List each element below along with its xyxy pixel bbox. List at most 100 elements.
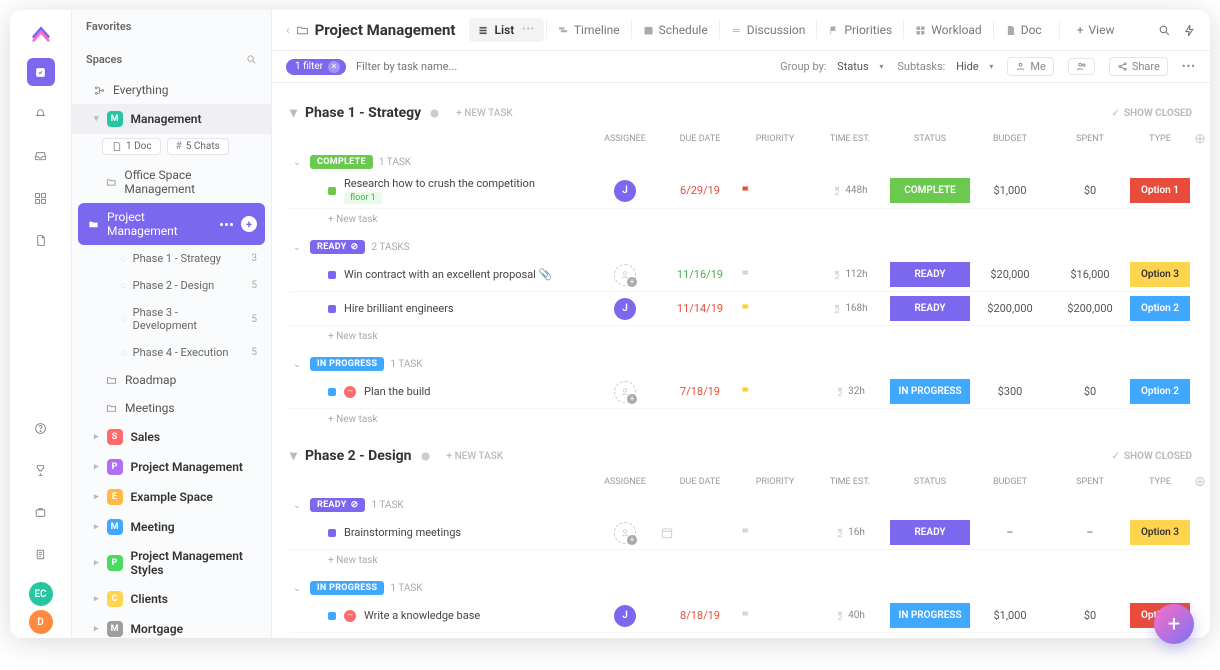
due-date[interactable]: 7/18/19 [660, 385, 740, 398]
automation-icon[interactable] [1183, 24, 1196, 37]
doc-chip[interactable]: 1 Doc [102, 138, 161, 155]
user-avatar[interactable]: EC [29, 582, 53, 606]
status-group-header[interactable]: ⌄ READY ⊘ 1 TASK [290, 494, 1192, 516]
assignee-avatar[interactable]: J [614, 180, 636, 202]
quick-create-fab[interactable]: + [1154, 604, 1194, 644]
sidebar-list-item[interactable]: ○Phase 2 - Design5 [72, 272, 271, 299]
sidebar-folder-meetings[interactable]: Meetings [72, 394, 271, 422]
status-dot[interactable] [328, 187, 336, 195]
phase-header[interactable]: ▾ Phase 2 - Design + NEW TASK ✓SHOW CLOS… [290, 436, 1192, 470]
task-row[interactable]: — Plan the build 7/18/19 32h IN PROGRESS… [290, 375, 1192, 409]
chevron-down-icon[interactable]: ⌄ [290, 500, 304, 511]
new-task-row[interactable]: + New task [290, 409, 1192, 430]
more-dots-icon[interactable] [220, 223, 233, 226]
task-row[interactable]: Win contract with an excellent proposal … [290, 258, 1192, 292]
spent-cell[interactable]: $200,000 [1050, 302, 1130, 315]
new-task-row[interactable]: + New task [290, 326, 1192, 347]
view-tab-doc[interactable]: Doc [996, 18, 1051, 42]
more-options-icon[interactable]: ••• [1182, 60, 1196, 73]
time-estimate[interactable]: 16h [810, 527, 890, 538]
add-icon[interactable]: + [241, 216, 257, 232]
budget-cell[interactable]: $200,000 [970, 302, 1050, 315]
task-row[interactable]: Research how to crush the competitionflo… [290, 173, 1192, 209]
spent-cell[interactable]: $0 [1050, 385, 1130, 398]
status-group-header[interactable]: ⌄ IN PROGRESS 1 TASK [290, 353, 1192, 375]
rail-help-icon[interactable] [27, 414, 55, 442]
sidebar-space-item[interactable]: ▸PProject Management [72, 452, 271, 482]
status-cell[interactable]: READY [890, 296, 970, 321]
share-button[interactable]: Share [1109, 57, 1168, 76]
me-filter-button[interactable]: Me [1007, 57, 1053, 76]
show-closed-toggle[interactable]: ✓SHOW CLOSED [1111, 108, 1192, 119]
view-tab-schedule[interactable]: Schedule [634, 18, 717, 42]
search-icon[interactable] [246, 54, 257, 65]
time-estimate[interactable]: 168h [810, 303, 890, 314]
type-cell[interactable]: Option 2 [1130, 296, 1190, 321]
chevron-down-icon[interactable]: ▾ [290, 448, 297, 464]
priority-flag[interactable] [740, 527, 810, 539]
priority-flag[interactable] [740, 610, 810, 622]
type-cell[interactable]: Option 3 [1130, 520, 1190, 545]
task-row[interactable]: Brainstorming meetings 16h READY – – Opt… [290, 516, 1192, 550]
new-task-row[interactable]: + New task [290, 550, 1192, 571]
spent-cell[interactable]: $0 [1050, 609, 1130, 622]
view-tab-timeline[interactable]: Timeline [549, 18, 629, 42]
budget-cell[interactable]: $1,000 [970, 184, 1050, 197]
info-icon[interactable] [420, 451, 431, 462]
view-tab-list[interactable]: List••• [469, 18, 543, 42]
show-closed-toggle[interactable]: ✓SHOW CLOSED [1111, 451, 1192, 462]
spent-cell[interactable]: – [1050, 526, 1130, 539]
task-tag[interactable]: floor 1 [344, 192, 382, 204]
status-dot[interactable] [328, 612, 336, 620]
sidebar-favorites-header[interactable]: Favorites [72, 10, 271, 43]
chevron-down-icon[interactable]: ▾ [290, 105, 297, 121]
status-group-header[interactable]: ⌄ IN PROGRESS 1 TASK [290, 577, 1192, 599]
rail-goals-icon[interactable] [27, 456, 55, 484]
budget-cell[interactable]: $20,000 [970, 268, 1050, 281]
rail-docs-icon[interactable] [27, 226, 55, 254]
time-estimate[interactable]: 448h [810, 185, 890, 196]
assignee-avatar[interactable]: J [614, 605, 636, 627]
budget-cell[interactable]: $300 [970, 385, 1050, 398]
info-icon[interactable] [429, 108, 440, 119]
priority-flag[interactable] [740, 303, 810, 315]
type-cell[interactable]: Option 3 [1130, 262, 1190, 287]
new-task-button[interactable]: + NEW TASK [447, 451, 503, 462]
sidebar-folder-office[interactable]: Office Space Management [72, 161, 271, 203]
due-date[interactable]: 8/18/19 [660, 609, 740, 622]
chevron-down-icon[interactable]: ⌄ [290, 583, 304, 594]
add-column-icon[interactable]: ⊕ [1190, 131, 1210, 147]
groupby-dropdown[interactable]: Group by: Status ▾ [780, 60, 883, 73]
status-cell[interactable]: COMPLETE [890, 178, 970, 203]
filter-input[interactable] [356, 60, 770, 73]
chevron-down-icon[interactable]: ⌄ [290, 242, 304, 253]
due-date[interactable] [660, 526, 740, 540]
sidebar-everything[interactable]: Everything [72, 76, 271, 104]
add-column-icon[interactable]: ⊕ [1190, 474, 1210, 490]
chevron-down-icon[interactable]: ⌄ [290, 359, 304, 370]
status-group-header[interactable]: ⌄ COMPLETE 1 TASK [290, 151, 1192, 173]
assignees-button[interactable] [1068, 58, 1095, 75]
sidebar-folder-roadmap[interactable]: Roadmap [72, 366, 271, 394]
status-cell[interactable]: READY [890, 520, 970, 545]
status-dot[interactable] [328, 529, 336, 537]
priority-flag[interactable] [740, 386, 810, 398]
status-dot[interactable] [328, 305, 336, 313]
due-date[interactable]: 6/29/19 [660, 184, 740, 197]
add-assignee-button[interactable] [614, 264, 636, 286]
sidebar-space-item[interactable]: ▸CClients [72, 584, 271, 614]
due-date[interactable]: 11/16/19 [660, 268, 740, 281]
status-cell[interactable]: READY [890, 262, 970, 287]
app-logo[interactable] [30, 22, 52, 44]
view-tab-workload[interactable]: Workload [906, 18, 991, 42]
status-dot[interactable] [328, 271, 336, 279]
type-cell[interactable]: Option 2 [1130, 379, 1190, 404]
sidebar-list-item[interactable]: ○Phase 4 - Execution5 [72, 339, 271, 366]
sidebar-spaces-header[interactable]: Spaces [72, 43, 271, 76]
sidebar-space-item[interactable]: ▸MMortgage [72, 614, 271, 638]
rail-home-icon[interactable] [27, 58, 55, 86]
sidebar-list-item[interactable]: ○Phase 1 - Strategy3 [72, 245, 271, 272]
new-task-row[interactable]: + New task [290, 633, 1192, 638]
sidebar-list-item[interactable]: ○Phase 3 - Development5 [72, 299, 271, 339]
user-avatar[interactable]: D [29, 610, 53, 634]
